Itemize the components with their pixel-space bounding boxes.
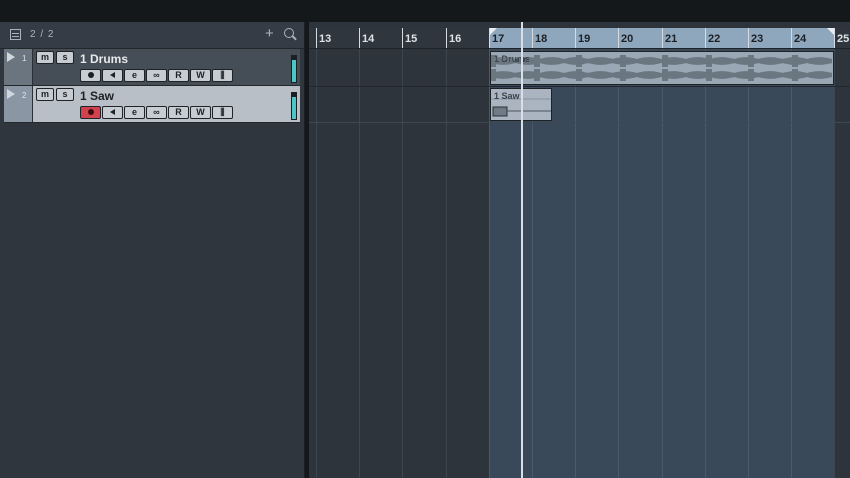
waveform-channel — [491, 69, 832, 81]
track-row[interactable]: 1 m s 1 Drums e ∞ R W ⫼ — [4, 49, 300, 86]
track-name[interactable]: 1 Saw — [80, 89, 114, 103]
expand-triangle-icon[interactable] — [7, 52, 15, 62]
record-icon — [87, 72, 94, 78]
bar-grid-line — [662, 49, 663, 478]
bar-number: 17 — [492, 33, 505, 45]
track-number: 2 — [22, 91, 27, 100]
add-track-icon[interactable]: + — [265, 25, 274, 42]
write-button[interactable]: W — [190, 69, 211, 82]
inserts-button[interactable]: ⫼ — [212, 106, 233, 119]
write-button[interactable]: W — [190, 106, 211, 119]
bar-tick — [532, 28, 533, 48]
bar-number: 18 — [535, 33, 548, 45]
bar-grid-line — [791, 49, 792, 478]
level-meter — [291, 55, 297, 83]
drums-waveform — [491, 55, 832, 81]
bar-tick — [359, 28, 360, 48]
bar-tick — [705, 28, 706, 48]
lane-separator — [309, 122, 850, 123]
search-icon[interactable] — [284, 28, 294, 38]
bar-grid-line — [748, 49, 749, 478]
level-meter — [291, 92, 297, 120]
top-bar — [0, 0, 850, 22]
bar-tick — [748, 28, 749, 48]
bar-tick — [662, 28, 663, 48]
bar-tick — [791, 28, 792, 48]
record-enable-button[interactable] — [80, 69, 101, 82]
inserts-button[interactable]: ⫼ — [212, 69, 233, 82]
bar-number: 15 — [405, 33, 418, 45]
solo-button[interactable]: s — [56, 51, 74, 64]
bar-number: 13 — [319, 33, 332, 45]
bar-number: 22 — [708, 33, 721, 45]
speaker-icon — [110, 109, 115, 115]
expand-triangle-icon[interactable] — [7, 89, 15, 99]
monitor-button[interactable] — [102, 106, 123, 119]
bar-grid-line — [402, 49, 403, 478]
edit-button[interactable]: e — [124, 69, 145, 82]
bar-number: 20 — [621, 33, 634, 45]
record-icon — [87, 109, 94, 115]
mute-button[interactable]: m — [36, 88, 54, 101]
edit-button[interactable]: e — [124, 106, 145, 119]
bar-grid-line — [575, 49, 576, 478]
bar-tick — [402, 28, 403, 48]
bar-tick — [618, 28, 619, 48]
solo-button[interactable]: s — [56, 88, 74, 101]
bar-grid-line — [446, 49, 447, 478]
waveform-channel — [491, 55, 832, 67]
bar-tick — [489, 28, 490, 48]
read-button[interactable]: R — [168, 69, 189, 82]
bar-number: 23 — [751, 33, 764, 45]
track-count: 2 / 2 — [30, 29, 55, 40]
playhead-cursor[interactable] — [521, 22, 523, 478]
link-button[interactable]: ∞ — [146, 69, 167, 82]
bar-grid-line — [705, 49, 706, 478]
project-window[interactable]: 13 14 15 16 17 18 19 20 21 22 23 24 25 1 Drums 1 Saw — [309, 22, 850, 478]
bar-tick — [316, 28, 317, 48]
bar-grid-line — [359, 49, 360, 478]
track-row[interactable]: 2 m s 1 Saw e ∞ R W ⫼ — [4, 86, 300, 123]
track-side-strip: 1 — [4, 49, 33, 85]
read-button[interactable]: R — [168, 106, 189, 119]
bar-number: 16 — [449, 33, 462, 45]
track-number: 1 — [22, 54, 27, 63]
track-side-strip: 2 — [4, 86, 33, 122]
track-name[interactable]: 1 Drums — [80, 52, 128, 66]
speaker-icon — [110, 72, 115, 78]
track-list-header: 2 / 2 + — [0, 22, 304, 49]
bar-tick — [834, 28, 835, 48]
drums-audio-event[interactable]: 1 Drums — [490, 51, 834, 85]
bar-tick — [446, 28, 447, 48]
track-list-menu-icon[interactable] — [10, 29, 21, 40]
record-enable-button[interactable] — [80, 106, 101, 119]
lane-separator — [309, 86, 850, 87]
monitor-button[interactable] — [102, 69, 123, 82]
bar-grid-line — [834, 49, 835, 478]
event-name: 1 Drums — [494, 54, 531, 64]
link-button[interactable]: ∞ — [146, 106, 167, 119]
timeline-ruler[interactable]: 13 14 15 16 17 18 19 20 21 22 23 24 25 — [309, 28, 850, 49]
bar-number: 24 — [794, 33, 807, 45]
bar-number: 19 — [578, 33, 591, 45]
track-list-panel: 2 / 2 + 1 m s 1 Drums e ∞ R W ⫼ 2 m s 1 … — [0, 22, 305, 478]
event-lanes[interactable]: 1 Drums 1 Saw — [309, 49, 850, 478]
event-name: 1 Saw — [494, 91, 520, 101]
bar-number: 14 — [362, 33, 375, 45]
mute-button[interactable]: m — [36, 51, 54, 64]
bar-number: 25 — [837, 33, 850, 45]
bar-grid-line — [316, 49, 317, 478]
bar-grid-line — [618, 49, 619, 478]
bar-tick — [575, 28, 576, 48]
bar-number: 21 — [665, 33, 678, 45]
